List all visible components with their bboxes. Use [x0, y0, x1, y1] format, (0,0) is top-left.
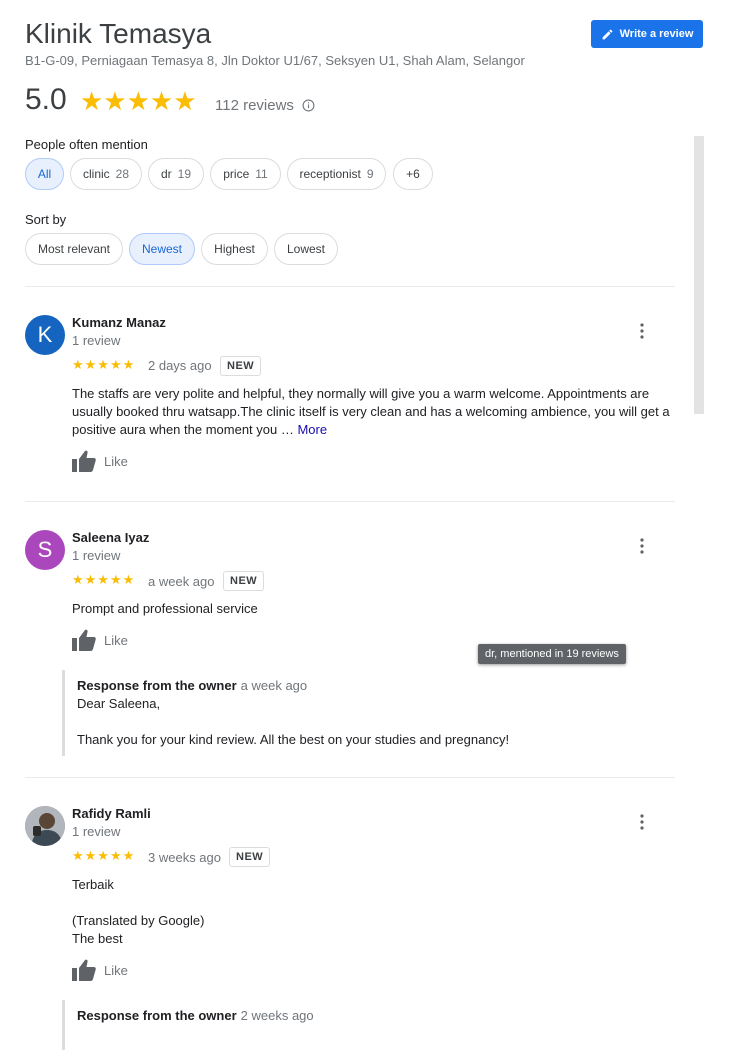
divider [25, 777, 675, 778]
sort-most-relevant[interactable]: Most relevant [25, 233, 123, 265]
like-button[interactable]: Like [72, 959, 128, 981]
like-label: Like [104, 962, 128, 978]
info-icon[interactable] [302, 99, 315, 112]
owner-response-text: Thank you for your kind review. All the … [77, 732, 510, 747]
chip-count: 11 [255, 167, 268, 181]
owner-response-date: a week ago [240, 678, 308, 693]
reviewer-name[interactable]: Rafidy Ramli [72, 806, 151, 821]
sort-option-label: Most relevant [37, 242, 111, 256]
new-badge: NEW [220, 356, 262, 376]
sort-option-label: Newest [141, 242, 182, 256]
avatar[interactable]: S [25, 530, 65, 570]
owner-response: Response from the owner a week ago Dear S… [62, 670, 665, 756]
review-text: Prompt and professional service [72, 601, 258, 616]
like-label: Like [104, 453, 128, 469]
review-date: 2 days ago [148, 358, 212, 373]
chip-label: All [37, 167, 52, 181]
thumbs-up-icon [72, 450, 96, 472]
more-link[interactable]: More [297, 422, 327, 437]
chip-all[interactable]: All [25, 158, 64, 190]
chip-count: 28 [115, 167, 130, 181]
translated-text: The best [72, 931, 123, 946]
reviewer-meta: 1 review [72, 333, 121, 348]
review-stars: ★★★★★ [72, 572, 136, 587]
avatar[interactable]: K [25, 315, 65, 355]
divider [25, 501, 675, 502]
owner-response-date: 2 weeks ago [240, 1008, 314, 1023]
review-text: Terbaik [72, 877, 114, 892]
review-date: a week ago [148, 574, 215, 589]
mention-tooltip: dr, mentioned in 19 reviews [478, 644, 626, 664]
reviewer-name[interactable]: Saleena Iyaz [72, 530, 149, 545]
like-button[interactable]: Like [72, 450, 128, 472]
write-review-label: Write a review [619, 28, 694, 40]
sort-option-label: Lowest [286, 242, 326, 256]
reviewer-name[interactable]: Kumanz Manaz [72, 315, 166, 330]
place-title: Klinik Temasya [25, 18, 212, 49]
user-photo-icon [25, 806, 65, 846]
avatar[interactable] [25, 806, 65, 846]
chip-clinic[interactable]: clinic 28 [70, 158, 142, 190]
chip-label: +6 [406, 167, 420, 181]
mentions-label: People often mention [25, 137, 148, 152]
reviewer-meta: 1 review [72, 824, 121, 839]
owner-response-heading: Response from the owner 2 weeks ago [77, 1008, 314, 1023]
chip-price[interactable]: price 11 [210, 158, 281, 190]
rating-stars: ★★★★★ [80, 86, 197, 116]
more-options-icon[interactable] [632, 321, 652, 341]
owner-response-title: Response from the owner [77, 1008, 237, 1023]
chip-label: clinic [82, 167, 110, 181]
like-label: Like [104, 632, 128, 648]
new-badge: NEW [223, 571, 265, 591]
review-date: 3 weeks ago [148, 850, 221, 865]
reviewer-meta: 1 review [72, 548, 121, 563]
sort-lowest[interactable]: Lowest [274, 233, 338, 265]
review-body: The staffs are very polite and helpful, … [72, 386, 670, 437]
new-badge: NEW [229, 847, 271, 867]
chip-count: 9 [366, 167, 374, 181]
translated-label: (Translated by Google) [72, 913, 205, 928]
review-stars: ★★★★★ [72, 848, 136, 863]
chip-label: receptionist [299, 167, 361, 181]
review-stars: ★★★★★ [72, 357, 136, 372]
owner-response-title: Response from the owner [77, 678, 237, 693]
chip-receptionist[interactable]: receptionist 9 [287, 158, 386, 190]
chip-more-topics[interactable]: +6 [393, 158, 433, 190]
average-rating: 5.0 [25, 83, 67, 116]
owner-greeting: Dear Saleena, [77, 696, 161, 711]
write-review-button[interactable]: Write a review [591, 20, 703, 48]
sort-option-label: Highest [214, 242, 255, 256]
pencil-icon [602, 29, 612, 39]
chip-label: price [223, 167, 250, 181]
review-count: 112 reviews [215, 97, 294, 114]
chip-count: 19 [177, 167, 192, 181]
sort-label: Sort by [25, 212, 67, 227]
owner-response-heading: Response from the owner a week ago [77, 678, 307, 693]
more-options-icon[interactable] [632, 536, 652, 556]
place-address: B1-G-09, Perniagaan Temasya 8, Jln Dokto… [25, 53, 525, 68]
chip-label: dr [160, 167, 172, 181]
scrollbar[interactable] [694, 136, 704, 414]
divider [25, 286, 675, 287]
review-text: The staffs are very polite and helpful, … [72, 385, 677, 439]
sort-highest[interactable]: Highest [201, 233, 268, 265]
more-options-icon[interactable] [632, 812, 652, 832]
thumbs-up-icon [72, 959, 96, 981]
thumbs-up-icon [72, 629, 96, 651]
sort-newest[interactable]: Newest [129, 233, 195, 265]
owner-response: Response from the owner 2 weeks ago [62, 1000, 665, 1050]
like-button[interactable]: Like [72, 629, 128, 651]
chip-dr[interactable]: dr 19 [148, 158, 204, 190]
